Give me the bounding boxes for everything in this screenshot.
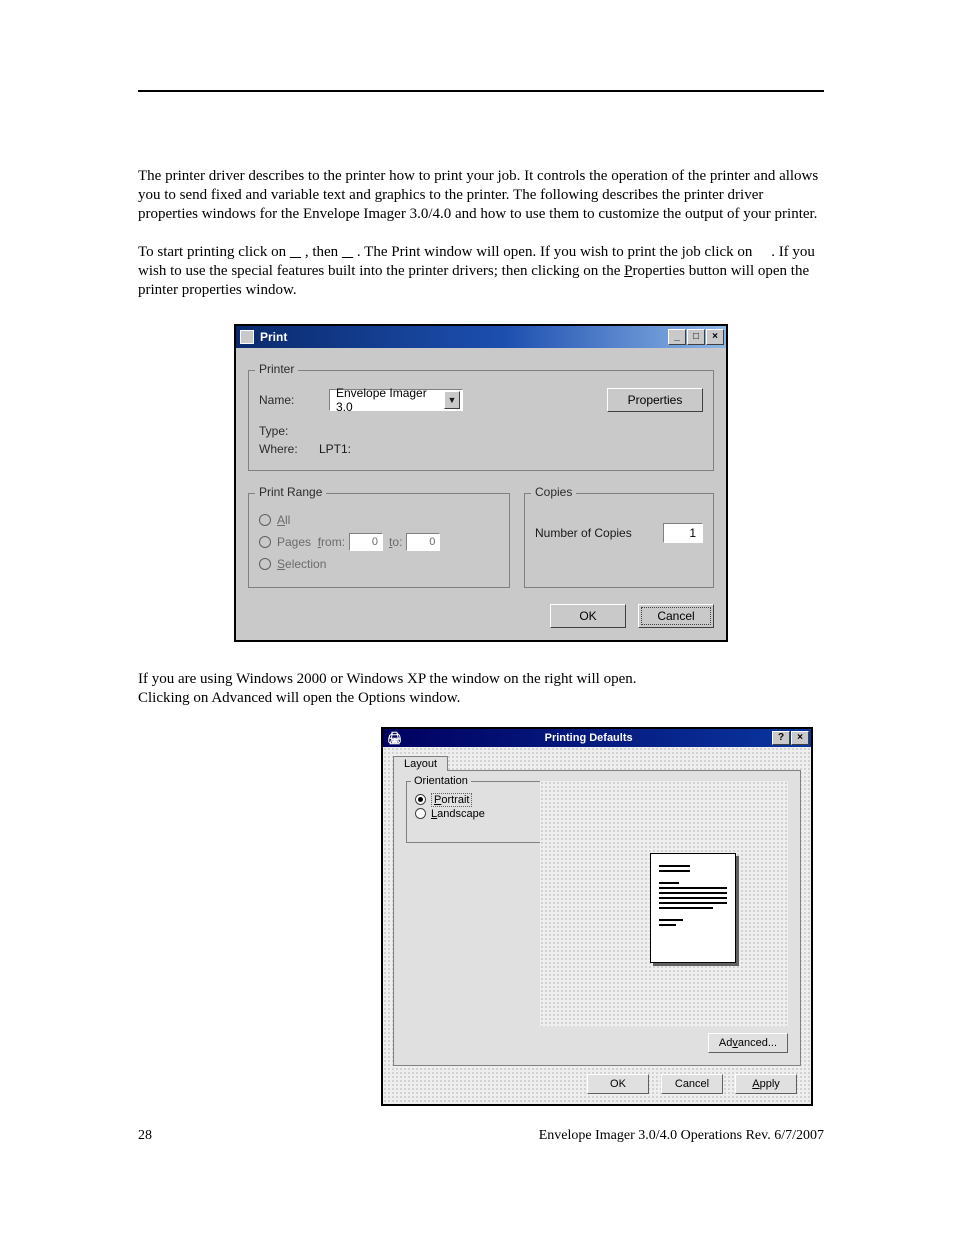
defaults-footer: OK Cancel Apply	[393, 1066, 801, 1096]
apply-button[interactable]: Apply	[735, 1074, 797, 1094]
preview-line	[659, 882, 679, 884]
range-from-input[interactable]: 0	[349, 533, 383, 551]
cancel-button[interactable]: Cancel	[661, 1074, 723, 1094]
printing-defaults-dialog: 🖨 Printing Defaults ? × Layout Orientati…	[381, 727, 813, 1106]
ok-button[interactable]: OK	[550, 604, 626, 628]
cancel-button[interactable]: Cancel	[638, 604, 714, 628]
maximize-button[interactable]: □	[687, 329, 705, 345]
page-preview	[650, 853, 736, 963]
portrait-label: Portrait	[431, 793, 472, 807]
paragraph-4: Clicking on Advanced will open the Optio…	[138, 689, 824, 708]
close-button[interactable]: ×	[706, 329, 724, 345]
radio-icon	[415, 808, 426, 819]
chevron-down-icon[interactable]: ▼	[444, 391, 460, 409]
preview-line	[659, 907, 713, 909]
print-range-group: Print Range All Pages from: 0 to: 0	[248, 493, 510, 588]
radio-icon	[259, 536, 271, 548]
preview-line	[659, 919, 683, 921]
copies-legend: Copies	[531, 485, 576, 499]
blank-2	[342, 244, 353, 260]
preview-area-wrap: Advanced...	[560, 781, 788, 1055]
radio-icon	[259, 558, 271, 570]
range-pages-label: Pages from:	[277, 535, 345, 549]
range-all-label: All	[277, 513, 290, 527]
page-footer: 28 Envelope Imager 3.0/4.0 Operations Re…	[138, 1128, 824, 1144]
app-icon	[240, 330, 254, 344]
footer-right: Envelope Imager 3.0/4.0 Operations Rev. …	[539, 1128, 824, 1144]
t: . The Print window will open. If you wis…	[357, 244, 756, 260]
blank-1	[290, 244, 301, 260]
copies-label: Number of Copies	[535, 526, 632, 540]
preview-line	[659, 897, 727, 899]
where-value: LPT1:	[319, 442, 351, 456]
copies-group: Copies Number of Copies 1	[524, 493, 714, 588]
advanced-button[interactable]: Advanced...	[708, 1033, 788, 1053]
print-dialog-title: Print	[260, 330, 667, 344]
where-label: Where:	[259, 442, 319, 456]
range-selection-label: Selection	[277, 557, 326, 571]
range-to-input[interactable]: 0	[406, 533, 440, 551]
properties-button[interactable]: Properties	[607, 388, 703, 412]
t: , then	[305, 244, 342, 260]
defaults-body: Layout Orientation Portrait Landscape	[383, 747, 811, 1104]
layout-panel: Orientation Portrait Landscape	[393, 770, 801, 1066]
close-button[interactable]: ×	[791, 731, 809, 745]
preview-area	[540, 781, 788, 1027]
landscape-label: Landscape	[431, 808, 485, 820]
document-page: The printer driver describes to the prin…	[0, 0, 954, 1184]
page-number: 28	[138, 1128, 152, 1144]
range-pages-row[interactable]: Pages from: 0 to: 0	[259, 533, 499, 551]
preview-line	[659, 902, 727, 904]
type-label: Type:	[259, 424, 319, 438]
printer-select-value: Envelope Imager 3.0	[336, 386, 444, 414]
print-dialog-footer: OK Cancel	[236, 594, 726, 640]
radio-icon	[259, 514, 271, 526]
range-all-row[interactable]: All	[259, 513, 499, 527]
help-button[interactable]: ?	[772, 731, 790, 745]
copies-input[interactable]: 1	[663, 523, 703, 543]
printer-select[interactable]: Envelope Imager 3.0 ▼	[329, 389, 463, 411]
t: To start printing click on	[138, 244, 290, 260]
defaults-title: Printing Defaults	[406, 732, 771, 744]
orientation-group: Orientation Portrait Landscape	[406, 781, 546, 843]
landscape-row[interactable]: Landscape	[415, 808, 537, 820]
name-label: Name:	[259, 393, 319, 407]
preview-line	[659, 870, 690, 872]
print-dialog: Print _ □ × Printer Name: Envelope Image…	[234, 324, 728, 642]
paragraph-3: If you are using Windows 2000 or Windows…	[138, 670, 824, 689]
tab-layout[interactable]: Layout	[393, 756, 448, 771]
printer-icon: 🖨	[387, 731, 402, 745]
orientation-legend: Orientation	[411, 775, 471, 787]
paragraph-2: To start printing click on , then . The …	[138, 243, 824, 301]
top-rule	[138, 90, 824, 92]
print-dialog-body: Printer Name: Envelope Imager 3.0 ▼ Prop…	[236, 348, 726, 594]
print-dialog-titlebar[interactable]: Print _ □ ×	[236, 326, 726, 348]
minimize-button[interactable]: _	[668, 329, 686, 345]
defaults-titlebar[interactable]: 🖨 Printing Defaults ? ×	[383, 729, 811, 747]
printer-legend: Printer	[255, 362, 298, 376]
ok-button[interactable]: OK	[587, 1074, 649, 1094]
preview-line	[659, 887, 727, 889]
print-range-legend: Print Range	[255, 485, 326, 499]
range-selection-row[interactable]: Selection	[259, 557, 499, 571]
preview-line	[659, 892, 727, 894]
preview-line	[659, 865, 690, 867]
printer-group: Printer Name: Envelope Imager 3.0 ▼ Prop…	[248, 370, 714, 471]
portrait-row[interactable]: Portrait	[415, 793, 537, 807]
range-to-label: to:	[389, 535, 402, 549]
paragraph-1: The printer driver describes to the prin…	[138, 167, 824, 225]
blank-3	[756, 244, 767, 260]
preview-line	[659, 924, 676, 926]
radio-icon	[415, 794, 426, 805]
